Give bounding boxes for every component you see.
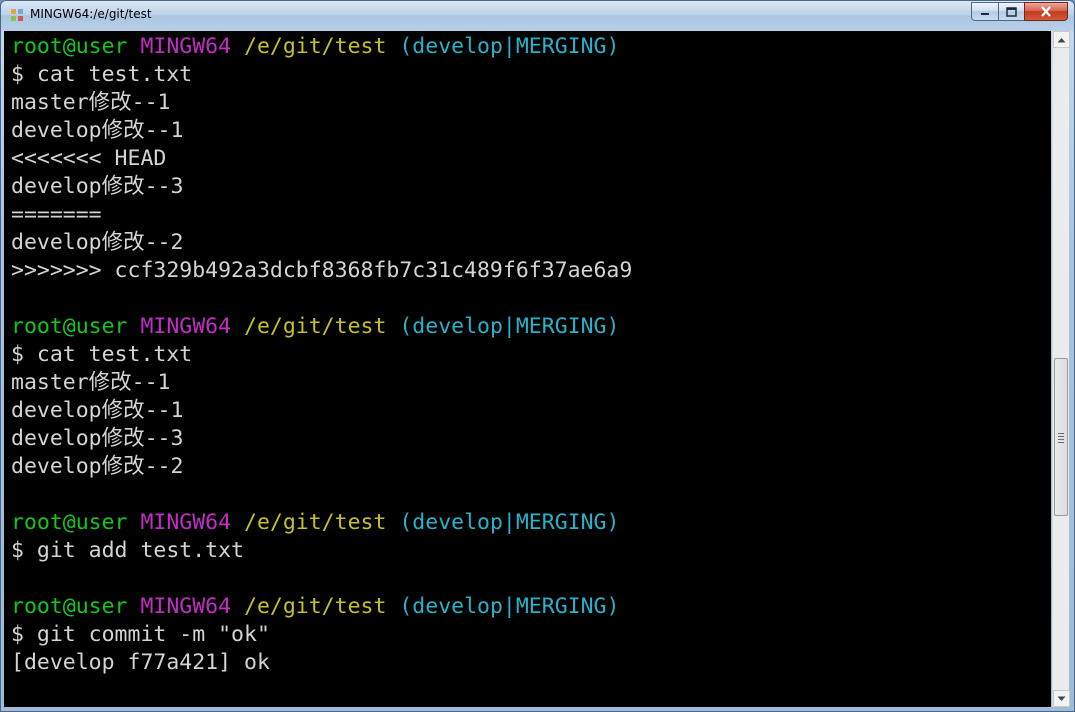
minimize-button[interactable] (971, 2, 998, 21)
output-line: $ cat test.txt (11, 342, 193, 367)
prompt-line: root@user MINGW64 /e/git/test (develop|M… (11, 33, 632, 61)
output-line: >>>>>>> ccf329b492a3dcbf8368fb7c31c489f6… (11, 258, 633, 283)
output-line: <<<<<<< HEAD (11, 146, 167, 171)
prompt-system: MINGW64 (140, 510, 232, 535)
scrollbar-thumb[interactable] (1054, 358, 1068, 516)
mingw-icon (11, 9, 23, 21)
terminal-lines: root@user MINGW64 /e/git/test (develop|M… (11, 33, 632, 677)
scroll-down-button[interactable] (1053, 690, 1070, 707)
vertical-scrollbar[interactable] (1052, 31, 1070, 707)
prompt-path: /e/git/test (244, 34, 387, 59)
scroll-up-button[interactable] (1053, 31, 1070, 48)
minimize-icon (981, 12, 989, 15)
grip-icon (1058, 433, 1064, 445)
terminal-output[interactable]: root@user MINGW64 /e/git/test (develop|M… (4, 31, 1051, 707)
arrow-up-icon (1057, 37, 1066, 42)
output-line: $ git add test.txt (11, 538, 244, 563)
output-line: develop修改--1 (11, 118, 184, 143)
output-line: master修改--1 (11, 90, 171, 115)
output-line: [develop f77a421] ok (11, 650, 270, 675)
caption-buttons (971, 2, 1068, 21)
prompt-line: root@user MINGW64 /e/git/test (develop|M… (11, 593, 632, 621)
prompt-system: MINGW64 (140, 594, 232, 619)
output-line: develop修改--3 (11, 426, 184, 451)
prompt-path: /e/git/test (244, 510, 387, 535)
maximize-button[interactable] (998, 2, 1024, 21)
title-bar[interactable]: MINGW64:/e/git/test (1, 1, 1074, 31)
prompt-branch: (develop|MERGING) (399, 510, 620, 535)
prompt-system: MINGW64 (140, 314, 232, 339)
prompt-line: root@user MINGW64 /e/git/test (develop|M… (11, 509, 632, 537)
prompt-user: root@user (11, 34, 128, 59)
prompt-line: root@user MINGW64 /e/git/test (develop|M… (11, 313, 632, 341)
output-line: ======= (11, 202, 102, 227)
close-button[interactable] (1024, 2, 1068, 21)
prompt-path: /e/git/test (244, 314, 387, 339)
output-line: develop修改--2 (11, 454, 184, 479)
output-line: $ git commit -m "ok" (11, 622, 270, 647)
arrow-down-icon (1057, 696, 1066, 701)
prompt-branch: (develop|MERGING) (399, 594, 620, 619)
prompt-system: MINGW64 (140, 34, 232, 59)
prompt-user: root@user (11, 314, 128, 339)
prompt-user: root@user (11, 510, 128, 535)
terminal-window: MINGW64:/e/git/test root@user MINGW64 /e… (0, 0, 1075, 712)
prompt-branch: (develop|MERGING) (399, 34, 620, 59)
prompt-branch: (develop|MERGING) (399, 314, 620, 339)
output-line: develop修改--1 (11, 398, 184, 423)
maximize-icon (1006, 6, 1017, 17)
output-line: develop修改--2 (11, 230, 184, 255)
prompt-path: /e/git/test (244, 594, 387, 619)
close-icon (1041, 6, 1051, 17)
window-title: MINGW64:/e/git/test (30, 7, 152, 21)
output-line: master修改--1 (11, 370, 171, 395)
prompt-user: root@user (11, 594, 128, 619)
output-line: develop修改--3 (11, 174, 184, 199)
output-line: $ cat test.txt (11, 62, 193, 87)
